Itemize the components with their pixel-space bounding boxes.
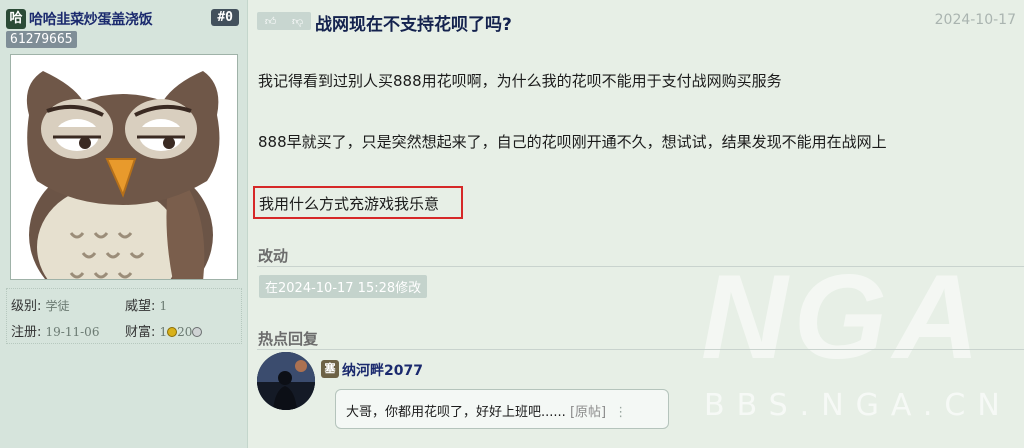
user-avatar[interactable] (10, 54, 238, 280)
nga-watermark-logo: NGA (701, 250, 986, 384)
user-panel: 哈 哈哈韭菜炒蛋盖浇饭 #0 61279665 级别: 学徒 威望: 1 注册:… (0, 0, 248, 448)
section-divider (257, 266, 1024, 267)
stat-level-value: 学徒 (45, 299, 70, 313)
username-row: 哈 哈哈韭菜炒蛋盖浇饭 #0 (6, 8, 241, 30)
reply-user-badge: 塞 (321, 360, 339, 378)
edit-section-title: 改动 (258, 247, 289, 265)
stat-prestige-label: 威望: (125, 299, 156, 314)
gold-coin-icon (167, 327, 178, 337)
silhouette-avatar-icon (257, 352, 315, 410)
post-title: 战网现在不支持花呗了吗? (315, 15, 512, 35)
reply-text: 大哥，你都用花呗了，好好上班吧...... (346, 405, 566, 420)
silver-coin-icon (192, 327, 203, 337)
stat-prestige: 威望: 1 (125, 295, 167, 314)
stat-wealth: 财富: 1 20 (125, 321, 203, 340)
edit-note: 在2024-10-17 15:28修改 (259, 275, 428, 298)
reply-username-link[interactable]: 纳河畔2077 (342, 360, 423, 380)
original-post-link[interactable]: [原帖] (570, 405, 606, 420)
stat-wealth-label: 财富: (125, 325, 156, 340)
vote-box: 👍︎ 👎︎ (257, 12, 311, 30)
owl-avatar-icon (11, 55, 237, 279)
reply-bubble: 大哥，你都用花呗了，好好上班吧...... [原帖] ⋮ (335, 389, 669, 429)
stat-level: 级别: 学徒 (11, 295, 70, 314)
thumbs-down-icon[interactable]: 👎︎ (292, 15, 303, 28)
thumbs-up-icon[interactable]: 👍︎ (265, 15, 277, 28)
user-name-badge: 哈 (6, 9, 26, 29)
highlighted-text: 我用什么方式充游戏我乐意 (253, 186, 463, 219)
stat-wealth-gold: 1 (159, 325, 168, 339)
stat-register-value: 19-11-06 (45, 325, 100, 339)
stat-register: 注册: 19-11-06 (11, 321, 99, 340)
post-date: 2024-10-17 (934, 12, 1016, 28)
user-stats: 级别: 学徒 威望: 1 注册: 19-11-06 财富: 1 20 (6, 288, 242, 344)
reply-avatar[interactable] (257, 352, 315, 410)
section-divider (257, 349, 1024, 350)
stat-register-label: 注册: (11, 325, 42, 340)
stat-prestige-value: 1 (159, 299, 168, 313)
post-paragraph-1: 我记得看到过别人买888用花呗啊，为什么我的花呗不能用于支付战网购买服务 (258, 72, 782, 90)
stat-level-label: 级别: (11, 299, 42, 314)
user-id-badge[interactable]: 61279665 (6, 31, 77, 48)
nga-watermark-url: BBS.NGA.CN (704, 388, 1012, 423)
stat-wealth-silver: 20 (177, 325, 193, 339)
more-options-icon[interactable]: ⋮ (614, 405, 627, 420)
username-link[interactable]: 哈哈韭菜炒蛋盖浇饭 (29, 9, 153, 29)
floor-number[interactable]: #0 (211, 9, 239, 26)
post-paragraph-2: 888早就买了，只是突然想起来了，自己的花呗刚开通不久，想试试，结果发现不能用在… (258, 133, 887, 151)
post-content: NGA BBS.NGA.CN 👍︎ 👎︎ 战网现在不支持花呗了吗? 2024-1… (249, 0, 1024, 448)
hot-reply-section-title: 热点回复 (258, 330, 319, 348)
